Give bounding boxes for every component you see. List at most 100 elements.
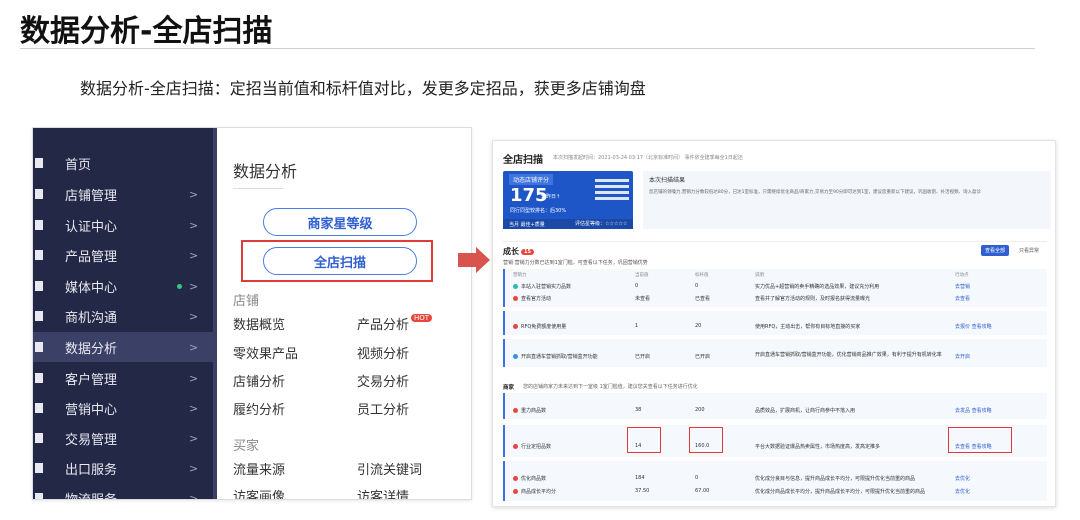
submenu-title: 数据分析 [233, 162, 298, 181]
growth-label: 成长 [503, 247, 519, 256]
chevron-right-icon: > [189, 371, 199, 385]
view-all-button[interactable]: 查看全部 [981, 245, 1010, 256]
score-heading: 动态店铺评分 [509, 174, 554, 185]
sidebar-item-label: 商机沟通 [65, 310, 118, 326]
action-link[interactable]: 去发品 查看攻略 [955, 407, 992, 414]
link-fulfillment[interactable]: 履约分析 [233, 399, 285, 418]
sidebar-item-marketing[interactable]: 营销中心 > [33, 393, 213, 423]
sidebar-item-analytics[interactable]: 数据分析 > [33, 332, 213, 362]
task-name: 本站入驻营销实力品数 [521, 284, 572, 290]
link-zero-effect[interactable]: 零效果产品 [233, 343, 298, 362]
score-rank: 同行同型较排名：后30% [510, 208, 567, 214]
chevron-right-icon: > [189, 309, 199, 323]
action-link[interactable]: 去开启 [955, 353, 970, 360]
score-foot-stars: 评估星等级：☆☆☆☆☆ [575, 221, 628, 227]
score-bar [595, 197, 629, 200]
group-label-store: 店铺 [233, 294, 260, 309]
action-link[interactable]: 去优化 [955, 475, 970, 482]
task-row: 开启直通车营销抓取/营销盒开功能 [513, 353, 598, 360]
current-value: 已开启 [635, 354, 651, 360]
submenu-panel: 数据分析 商家星等级 全店扫描 店铺 数据概览 产品分析 HOT 零效果产品 视频… [217, 128, 471, 499]
link-visitor-detail[interactable]: 访客详情 [357, 486, 409, 499]
right-screenshot: 全店扫描 本次扫描发起时间：2021-03-24 03:17（北京标准时间） 事… [492, 140, 1056, 507]
sidebar-item-label: 认证中心 [65, 219, 118, 235]
sidebar-item-certification[interactable]: 认证中心 > [33, 210, 213, 240]
action-link[interactable]: 去报价 查看攻略 [955, 323, 992, 330]
task-name: 优化商品数 [521, 476, 547, 482]
merchant-star-button[interactable]: 商家星等级 [263, 208, 417, 236]
task-row: 行业定招品数 [513, 443, 551, 450]
hot-badge: HOT [411, 314, 433, 322]
status-dot [513, 476, 518, 481]
highlight-box [689, 427, 723, 453]
bench-value: 已开启 [695, 354, 711, 360]
count-badge: 15 [521, 248, 534, 255]
sidebar-item-label: 数据分析 [65, 341, 118, 357]
task-row: 查看官方活动 [513, 295, 551, 302]
only-abnormal-button[interactable]: 只看异常 [1015, 245, 1043, 256]
link-staff-analysis[interactable]: 员工分析 [357, 399, 409, 418]
bench-value: 已查看 [695, 296, 711, 302]
current-value: 未查看 [635, 296, 651, 302]
left-screenshot: 首页 店铺管理 > 认证中心 > 产品管理 > 媒体中心 > 商机沟通 > 数据分析 > 客… [32, 127, 472, 500]
chevron-right-icon: > [189, 401, 199, 415]
task-block: RFQ免费额度使用量 1 20 使用RFQ，主动出击，帮你有目标地直接的买家 去… [503, 311, 1047, 335]
task-row: 重力商品数 [513, 407, 546, 414]
task-row: 商品成长平均分 [513, 488, 556, 495]
task-name: RFQ免费额度使用量 [521, 324, 567, 330]
growth-heading: 成长 15 [503, 246, 534, 257]
scan-meta: 本次扫描发起时间：2021-03-24 03:17（北京标准时间） 事件依全建季… [553, 155, 743, 161]
bench-value: 67.00 [695, 488, 710, 494]
current-value: 0 [635, 283, 639, 289]
task-block: 营销力 当前值 标杆值 说明 行动点 本站入驻营销实力品数 0 0 实力优品+超… [503, 269, 1047, 307]
sidebar-item-export[interactable]: 出口服务 > [33, 453, 213, 483]
bench-value: 20 [695, 323, 702, 329]
col-header: 标杆值 [695, 273, 709, 278]
task-name: 行业定招品数 [521, 444, 552, 450]
task-block: 开启直通车营销抓取/营销盒开功能 已开启 已开启 开启直通车营销抓取/营销盒开功… [503, 339, 1047, 367]
link-visitor-profile[interactable]: 访客画像 [233, 486, 285, 499]
bench-value: 200 [695, 407, 705, 413]
task-name: 商品成长平均分 [521, 489, 557, 495]
status-dot [513, 444, 518, 449]
link-trade-analysis[interactable]: 交易分析 [357, 371, 409, 390]
export-icon [35, 463, 43, 473]
link-product-analysis[interactable]: 产品分析 HOT [357, 314, 433, 333]
merchant-section-title: 商家 [503, 385, 515, 391]
link-keywords[interactable]: 引流关键词 [357, 459, 422, 478]
task-block: 重力商品数 38 200 品质效品，扩展商机，让商行商参中不落入用 去发品 查看… [503, 393, 1047, 419]
user-icon [35, 373, 43, 383]
sidebar-item-media[interactable]: 媒体中心 > [33, 271, 213, 301]
result-text: 您店铺的领嗓力,营销力分数较低达80分，已达1室标准，只需继续优化商品/商家力,… [649, 190, 982, 195]
sidebar-item-products[interactable]: 产品管理 > [33, 240, 213, 270]
link-store-analysis[interactable]: 店铺分析 [233, 371, 285, 390]
sidebar-item-logistics[interactable]: 物流服务 > [33, 483, 213, 500]
sidebar-item-customers[interactable]: 客户管理 > [33, 363, 213, 393]
trade-icon [35, 433, 43, 443]
marketing-icon [35, 403, 43, 413]
score-bars [595, 179, 629, 203]
score-bar [595, 185, 629, 188]
action-link[interactable]: 去优化 [955, 488, 970, 495]
link-video-analysis[interactable]: 视频分析 [357, 343, 409, 362]
divider [233, 188, 283, 189]
sidebar-item-home[interactable]: 首页 [33, 148, 213, 178]
sidebar-item-trade[interactable]: 交易管理 > [33, 423, 213, 453]
task-desc: 品质效品，扩展商机，让商行商参中不落入用 [755, 408, 856, 414]
sidebar-item-store[interactable]: 店铺管理 > [33, 179, 213, 209]
link-traffic-source[interactable]: 流量来源 [233, 459, 285, 478]
sidebar-item-business[interactable]: 商机沟通 > [33, 301, 213, 331]
sidebar-item-label: 物流服务 [65, 492, 118, 500]
link-overview[interactable]: 数据概览 [233, 314, 285, 333]
task-desc: 实力优品+超营销的卖手精确的选品效果，建议充分利用 [755, 284, 880, 290]
action-link[interactable]: 去查看 [955, 295, 970, 302]
highlight-box [627, 427, 661, 453]
chevron-right-icon: > [189, 218, 199, 232]
page-title: 数据分析-全店扫描 [20, 14, 273, 49]
score-card: 动态店铺评分 175 较昨日↑ 同行同型较排名：后30% 当月 最佳+质量 评估… [503, 171, 633, 229]
cert-icon [35, 220, 43, 230]
media-icon [35, 281, 43, 291]
chevron-right-icon: > [189, 187, 199, 201]
chevron-right-icon: > [189, 340, 199, 354]
action-link[interactable]: 去营销 [955, 283, 970, 290]
